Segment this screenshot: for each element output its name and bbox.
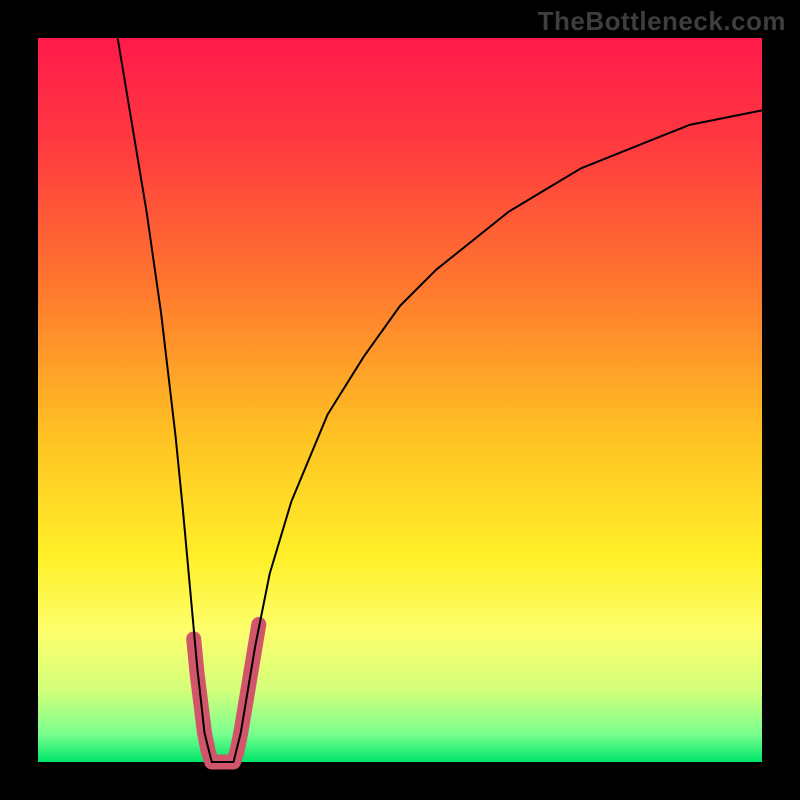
chart-container: TheBottleneck.com: [0, 0, 800, 800]
plot-gradient-background: [38, 38, 762, 762]
watermark-text: TheBottleneck.com: [538, 6, 786, 37]
bottleneck-chart-svg: [0, 0, 800, 800]
